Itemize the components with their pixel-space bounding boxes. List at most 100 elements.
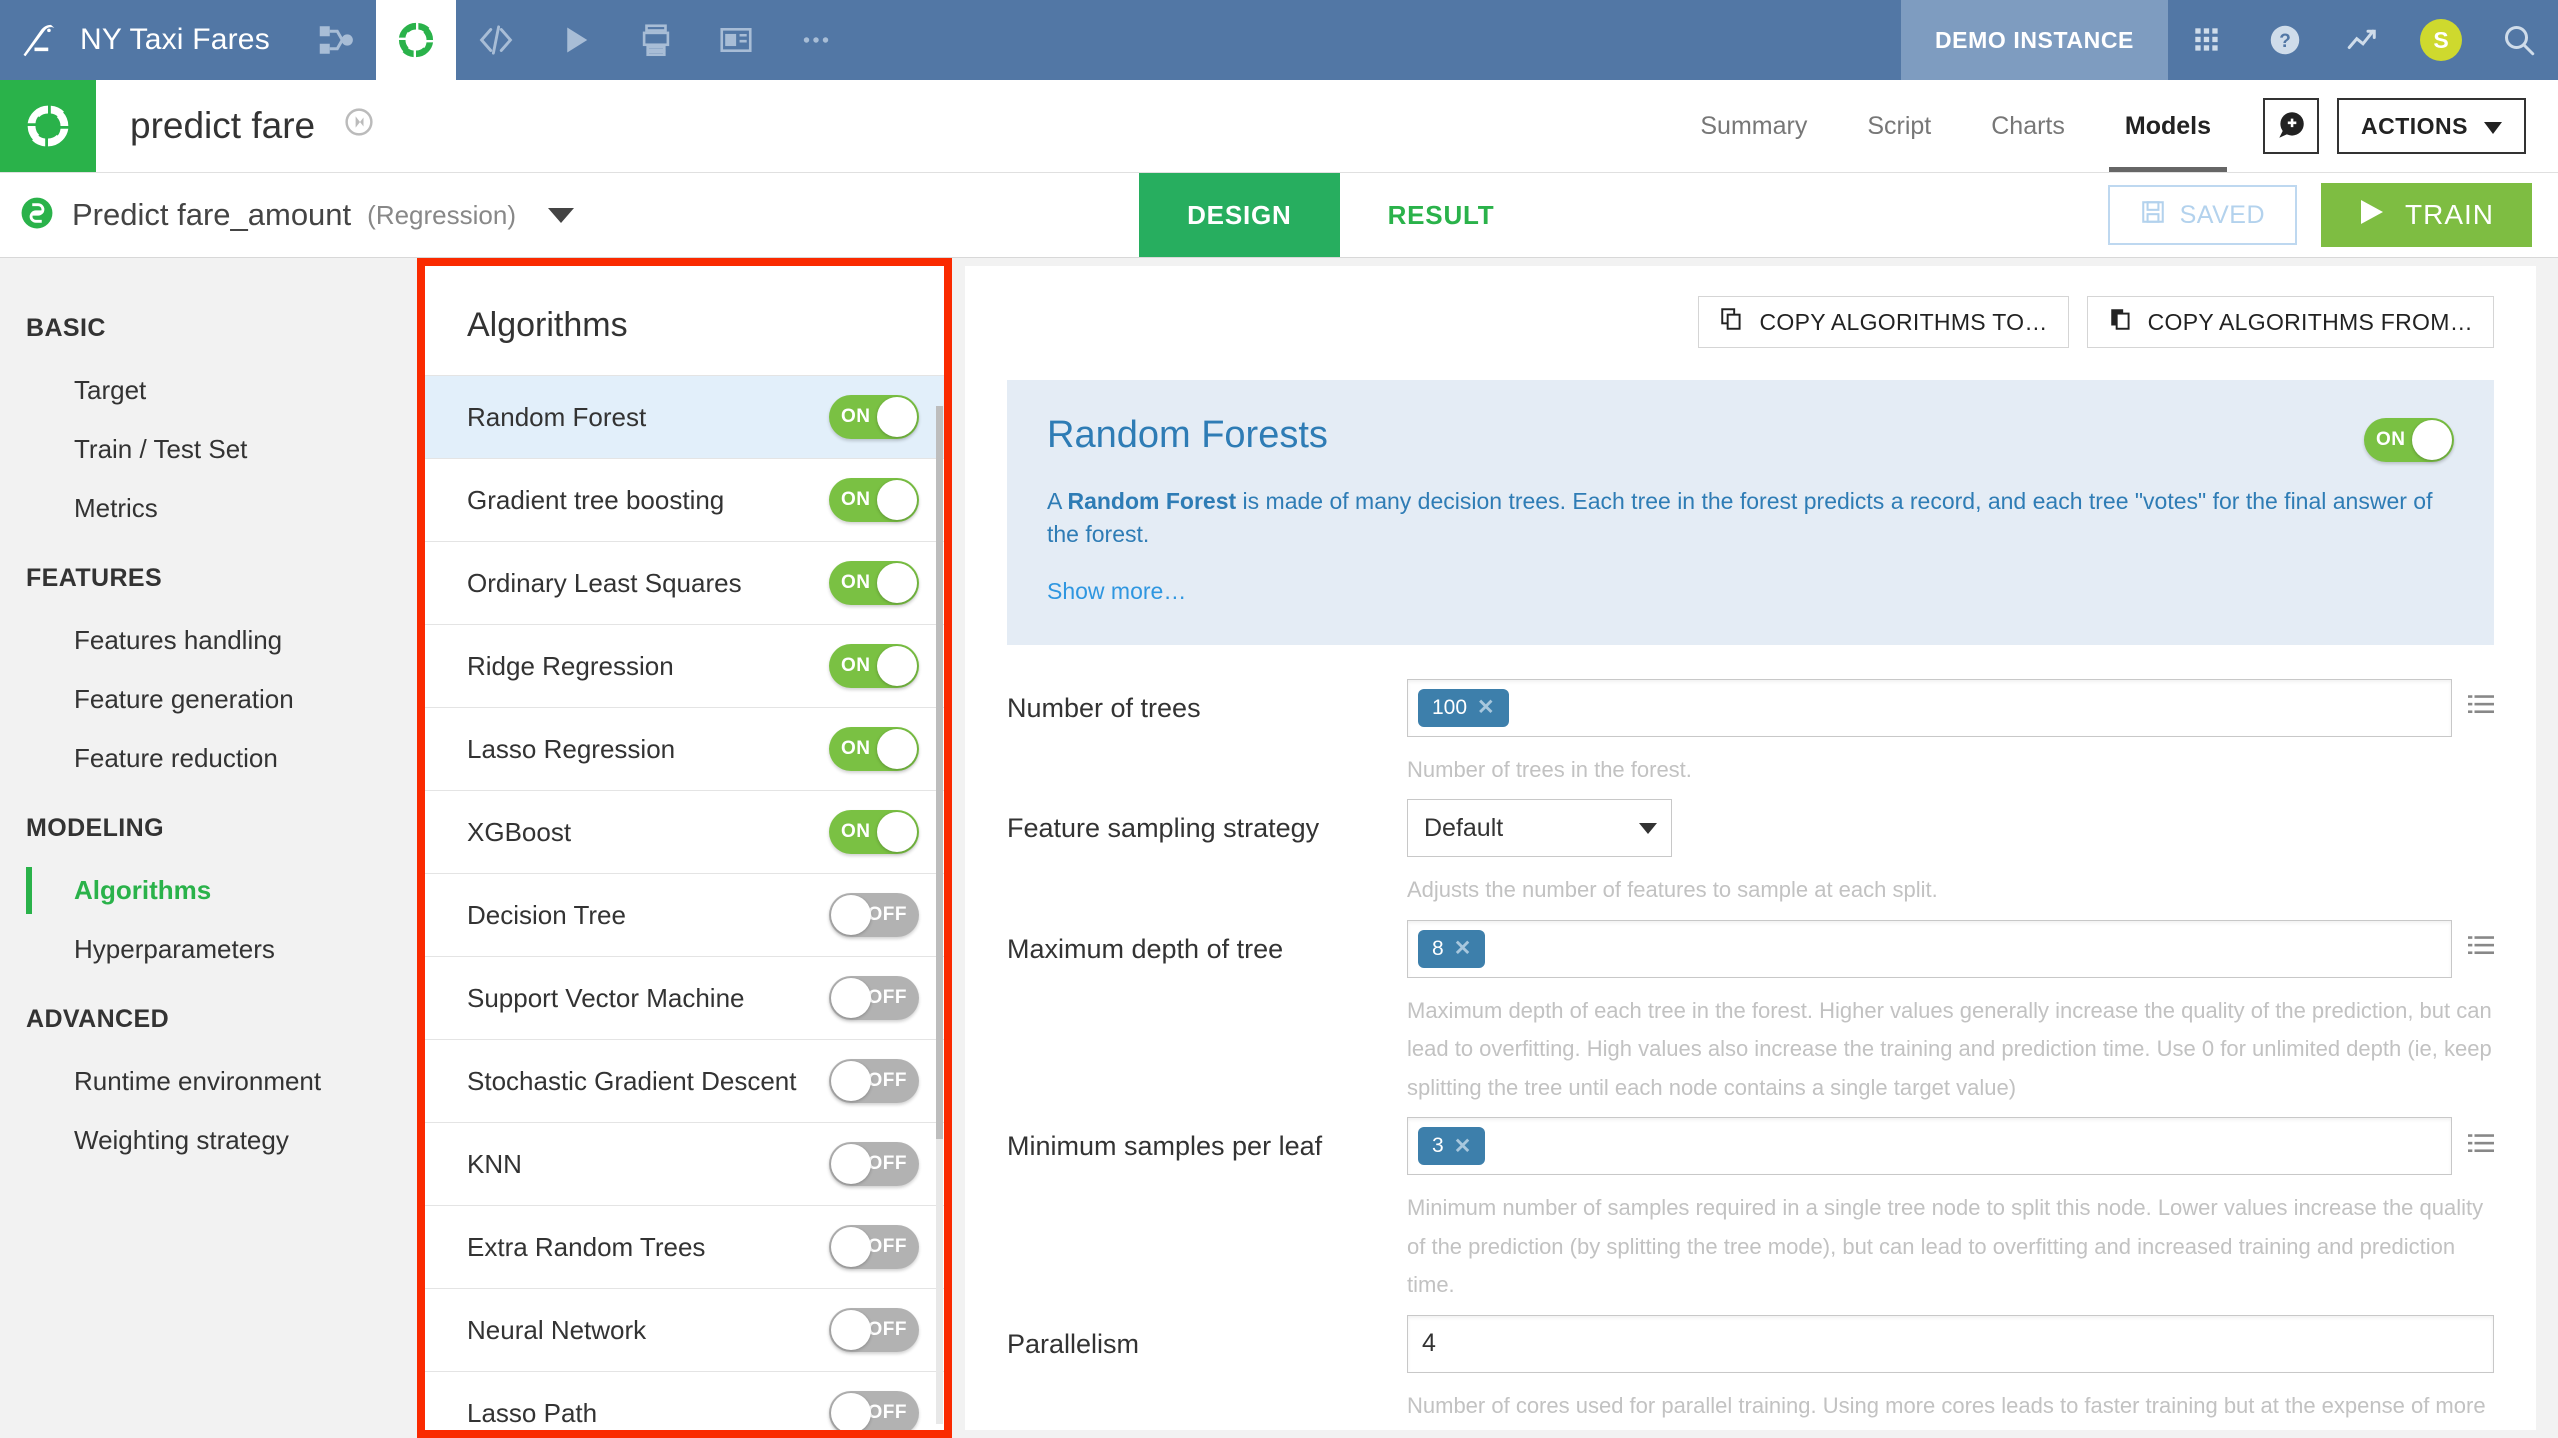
- tab-script[interactable]: Script: [1837, 80, 1961, 172]
- algorithm-toggle[interactable]: ON: [829, 727, 919, 771]
- algorithm-label: Support Vector Machine: [467, 982, 745, 1013]
- algorithms-list: Random Forest ON Gradient tree boosting ON O…: [425, 375, 945, 1430]
- copy-algorithms-to-button[interactable]: COPY ALGORITHMS TO…: [1698, 296, 2069, 348]
- jobs-icon[interactable]: [536, 0, 616, 80]
- info-desc-lead: A: [1047, 488, 1068, 514]
- show-more-link[interactable]: Show more…: [1047, 578, 2454, 605]
- sidebar-item-hyperparameters[interactable]: Hyperparameters: [0, 920, 410, 979]
- svg-text:?: ?: [2279, 31, 2291, 52]
- chip-remove-icon[interactable]: ✕: [1454, 936, 1472, 961]
- algorithm-row[interactable]: Decision Tree OFF: [425, 873, 945, 956]
- list-options-icon[interactable]: [2468, 1131, 2494, 1162]
- train-button[interactable]: TRAIN: [2321, 183, 2532, 247]
- sidebar-item-target[interactable]: Target: [0, 361, 410, 420]
- task-selector[interactable]: Predict fare_amount (Regression): [0, 173, 574, 257]
- sidebar-item-train-test-set[interactable]: Train / Test Set: [0, 420, 410, 479]
- dataiku-bird-logo[interactable]: [0, 0, 80, 80]
- sidebar-item-feature-generation[interactable]: Feature generation: [0, 670, 410, 729]
- algorithm-row[interactable]: Support Vector Machine OFF: [425, 956, 945, 1039]
- automation-icon[interactable]: [616, 0, 696, 80]
- algorithm-info-box: Random Forests A Random Forest is made o…: [1007, 380, 2494, 645]
- parameter-control: Default Adjusts the number of features to…: [1407, 799, 2494, 910]
- sidebar-item-runtime-environment[interactable]: Runtime environment: [0, 1052, 410, 1111]
- algorithm-toggle[interactable]: OFF: [829, 893, 919, 937]
- algorithm-row[interactable]: Gradient tree boosting ON: [425, 458, 945, 541]
- task-chevron-down-icon[interactable]: [547, 207, 574, 223]
- algorithm-toggle[interactable]: OFF: [829, 1059, 919, 1103]
- chips-input[interactable]: 8 ✕: [1407, 919, 2452, 978]
- discussions-icon[interactable]: [2263, 98, 2319, 154]
- algorithm-toggle[interactable]: OFF: [829, 1142, 919, 1186]
- flow-icon[interactable]: [296, 0, 376, 80]
- user-avatar[interactable]: S: [2402, 0, 2480, 80]
- algorithm-row[interactable]: Extra Random Trees OFF: [425, 1205, 945, 1288]
- copy-algorithms-from-button[interactable]: COPY ALGORITHMS FROM…: [2086, 296, 2494, 348]
- parameter-select[interactable]: Default: [1407, 799, 1672, 858]
- algorithm-row[interactable]: Ordinary Least Squares ON: [425, 541, 945, 624]
- chips-input-wrap: 8 ✕: [1407, 919, 2494, 978]
- lab-icon[interactable]: [375, 0, 456, 80]
- algorithm-row[interactable]: Random Forest ON: [425, 375, 945, 458]
- value-chip[interactable]: 3 ✕: [1418, 1127, 1486, 1166]
- list-options-icon[interactable]: [2468, 933, 2494, 964]
- algorithm-row[interactable]: Lasso Regression ON: [425, 707, 945, 790]
- scrollbar-thumb[interactable]: [936, 406, 943, 1139]
- sidebar-item-algorithms[interactable]: Algorithms: [0, 861, 410, 920]
- design-sidebar: BASIC Target Train / Test Set Metrics FE…: [0, 258, 410, 1438]
- chip-remove-icon[interactable]: ✕: [1477, 695, 1495, 720]
- project-name[interactable]: NY Taxi Fares: [80, 0, 296, 80]
- chips-input[interactable]: 3 ✕: [1407, 1117, 2452, 1176]
- saved-status-button[interactable]: SAVED: [2107, 185, 2297, 245]
- sidebar-item-weighting-strategy[interactable]: Weighting strategy: [0, 1111, 410, 1170]
- task-name: Predict fare_amount: [72, 197, 352, 232]
- regression-task-icon: [18, 194, 56, 237]
- monitoring-icon[interactable]: [2324, 0, 2402, 80]
- algorithm-toggle[interactable]: ON: [829, 644, 919, 688]
- tab-charts[interactable]: Charts: [1961, 80, 2095, 172]
- code-icon[interactable]: [456, 0, 536, 80]
- dashboard-icon[interactable]: [696, 0, 776, 80]
- algorithm-toggle[interactable]: OFF: [829, 1225, 919, 1269]
- toggle-switch[interactable]: ON: [2364, 418, 2454, 462]
- tab-result[interactable]: RESULT: [1340, 173, 1543, 257]
- sidebar-item-features-handling[interactable]: Features handling: [0, 611, 410, 670]
- sidebar-item-feature-reduction[interactable]: Feature reduction: [0, 729, 410, 788]
- sidebar-heading-basic: BASIC: [26, 314, 106, 342]
- apps-grid-icon[interactable]: [2168, 0, 2246, 80]
- algorithm-row[interactable]: Ridge Regression ON: [425, 624, 945, 707]
- algorithm-toggle[interactable]: OFF: [829, 1391, 919, 1430]
- chevron-down-icon: [2484, 113, 2502, 140]
- algorithm-row[interactable]: Stochastic Gradient Descent OFF: [425, 1039, 945, 1122]
- search-icon[interactable]: [2480, 0, 2558, 80]
- algorithm-toggle[interactable]: ON: [829, 561, 919, 605]
- more-icon[interactable]: [776, 0, 856, 80]
- algorithm-row[interactable]: XGBoost ON: [425, 790, 945, 873]
- algorithms-scrollbar[interactable]: [936, 406, 943, 1424]
- topbar-right-icons: ? S: [2168, 0, 2558, 80]
- help-icon[interactable]: ?: [2246, 0, 2324, 80]
- algorithm-row[interactable]: KNN OFF: [425, 1122, 945, 1205]
- algorithm-toggle[interactable]: OFF: [829, 976, 919, 1020]
- algorithm-toggle[interactable]: ON: [829, 810, 919, 854]
- random-forests-enable-toggle[interactable]: ON: [2364, 418, 2454, 462]
- parameter-text-input[interactable]: 4: [1407, 1314, 2494, 1373]
- sidebar-item-metrics[interactable]: Metrics: [0, 479, 410, 538]
- chip-remove-icon[interactable]: ✕: [1454, 1134, 1472, 1159]
- chips-input[interactable]: 100 ✕: [1407, 678, 2452, 737]
- tab-models[interactable]: Models: [2095, 80, 2241, 172]
- algorithm-toggle[interactable]: OFF: [829, 1308, 919, 1352]
- algorithm-row[interactable]: Lasso Path OFF: [425, 1371, 945, 1430]
- value-chip[interactable]: 8 ✕: [1418, 929, 1486, 968]
- tab-design[interactable]: DESIGN: [1139, 173, 1340, 257]
- toggle-knob: [831, 1393, 871, 1430]
- list-options-icon[interactable]: [2468, 692, 2494, 723]
- algorithm-label: Ridge Regression: [467, 650, 674, 681]
- algorithm-row[interactable]: Neural Network OFF: [425, 1288, 945, 1371]
- avatar-initial: S: [2420, 19, 2462, 61]
- value-chip[interactable]: 100 ✕: [1418, 688, 1509, 727]
- actions-button[interactable]: ACTIONS: [2337, 98, 2526, 154]
- share-status-icon[interactable]: [341, 104, 377, 149]
- tab-summary[interactable]: Summary: [1670, 80, 1837, 172]
- algorithm-toggle[interactable]: ON: [829, 395, 919, 439]
- algorithm-toggle[interactable]: ON: [829, 478, 919, 522]
